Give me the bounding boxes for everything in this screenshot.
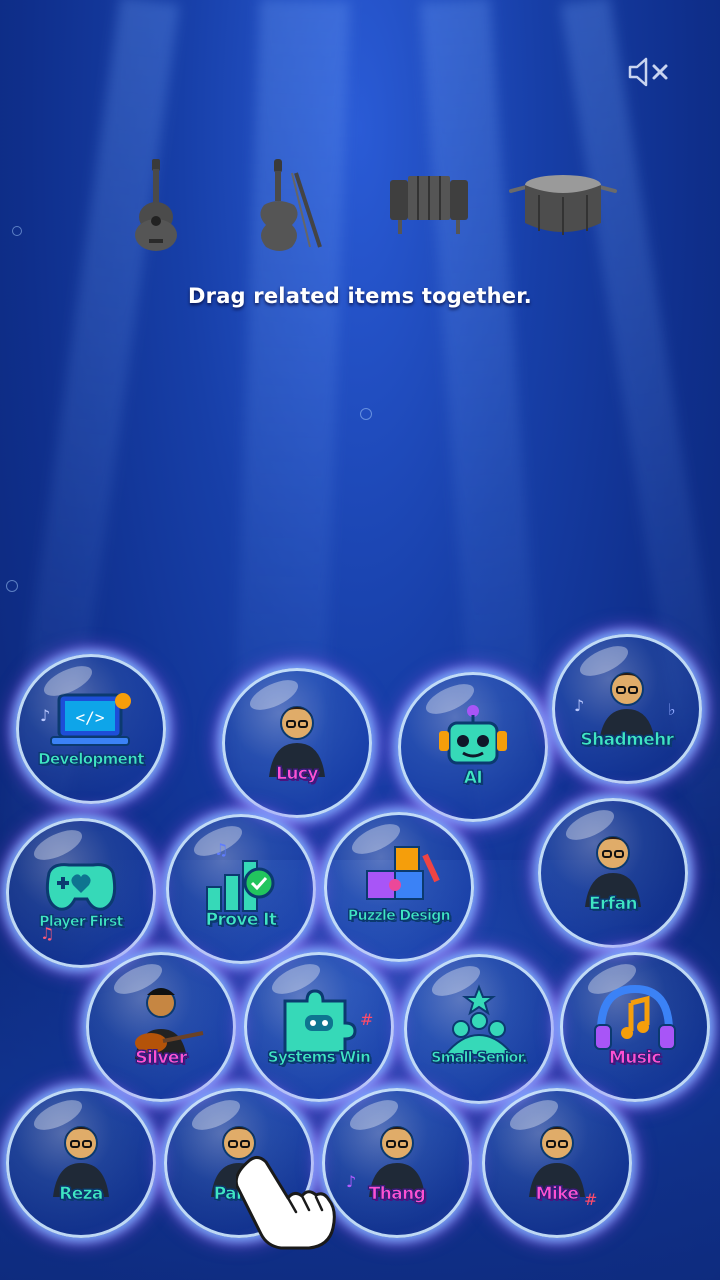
bubble-particle (6, 580, 18, 592)
bubble-lucy[interactable]: Lucy (222, 668, 372, 818)
svg-text:</>: </> (76, 708, 105, 727)
bubble-label: Lucy (276, 764, 319, 785)
accordion-icon (384, 150, 474, 260)
bubble-label: Silver (135, 1048, 187, 1069)
bubble-label: Puzzle Design (347, 908, 451, 925)
mute-button[interactable] (626, 56, 672, 88)
bubble-erfan[interactable]: Erfan (538, 798, 688, 948)
bubble-label: AI (463, 768, 483, 789)
bubble-label: Development (38, 750, 145, 769)
bubble-player-first[interactable]: Player First (6, 818, 156, 968)
drum-icon (508, 150, 618, 260)
bubble-label: Small.Senior. (431, 1050, 528, 1067)
bubble-prove-it[interactable]: Prove It (166, 814, 316, 964)
bubble-label: Music (608, 1048, 662, 1069)
bubble-label: Mike (535, 1184, 579, 1205)
sharp-symbol-icon: # (360, 1010, 374, 1029)
violin-icon (248, 150, 328, 260)
flat-symbol-icon: ♭ (668, 700, 676, 719)
bubble-label: Erfan (589, 894, 638, 915)
bubble-label: Prove It (205, 910, 277, 931)
instruction-text: Drag related items together. (188, 284, 532, 308)
bubble-music[interactable]: Music (560, 952, 710, 1102)
music-note-icon: ♪ (40, 706, 51, 725)
ukulele-icon (120, 150, 190, 260)
music-note-icon: ♫ (40, 924, 55, 943)
bubble-label: Player First (39, 914, 124, 931)
music-note-icon: ♪ (346, 1172, 357, 1191)
bubble-reza[interactable]: Reza (6, 1088, 156, 1238)
bubble-puzzle-design[interactable]: Puzzle Design (324, 812, 474, 962)
bubble-development[interactable]: </> Development (16, 654, 166, 804)
bubble-label: Systems Win (267, 1048, 371, 1067)
bubble-label: Reza (59, 1184, 104, 1205)
bubble-small-senior[interactable]: Small.Senior. (404, 954, 554, 1104)
bubble-label: Shadmehr (580, 730, 674, 751)
bubble-silver[interactable]: Silver (86, 952, 236, 1102)
instrument-slots (0, 150, 720, 260)
music-note-icon: ♪ (574, 696, 585, 715)
pointing-hand-icon (234, 1150, 346, 1250)
bubble-ai[interactable]: AI (398, 672, 548, 822)
bubble-mike[interactable]: Mike (482, 1088, 632, 1238)
speaker-muted-icon (628, 57, 668, 87)
sharp-symbol-icon: # (584, 1190, 598, 1209)
music-note-icon: ♫ (214, 840, 229, 859)
bubble-particle (360, 408, 372, 420)
